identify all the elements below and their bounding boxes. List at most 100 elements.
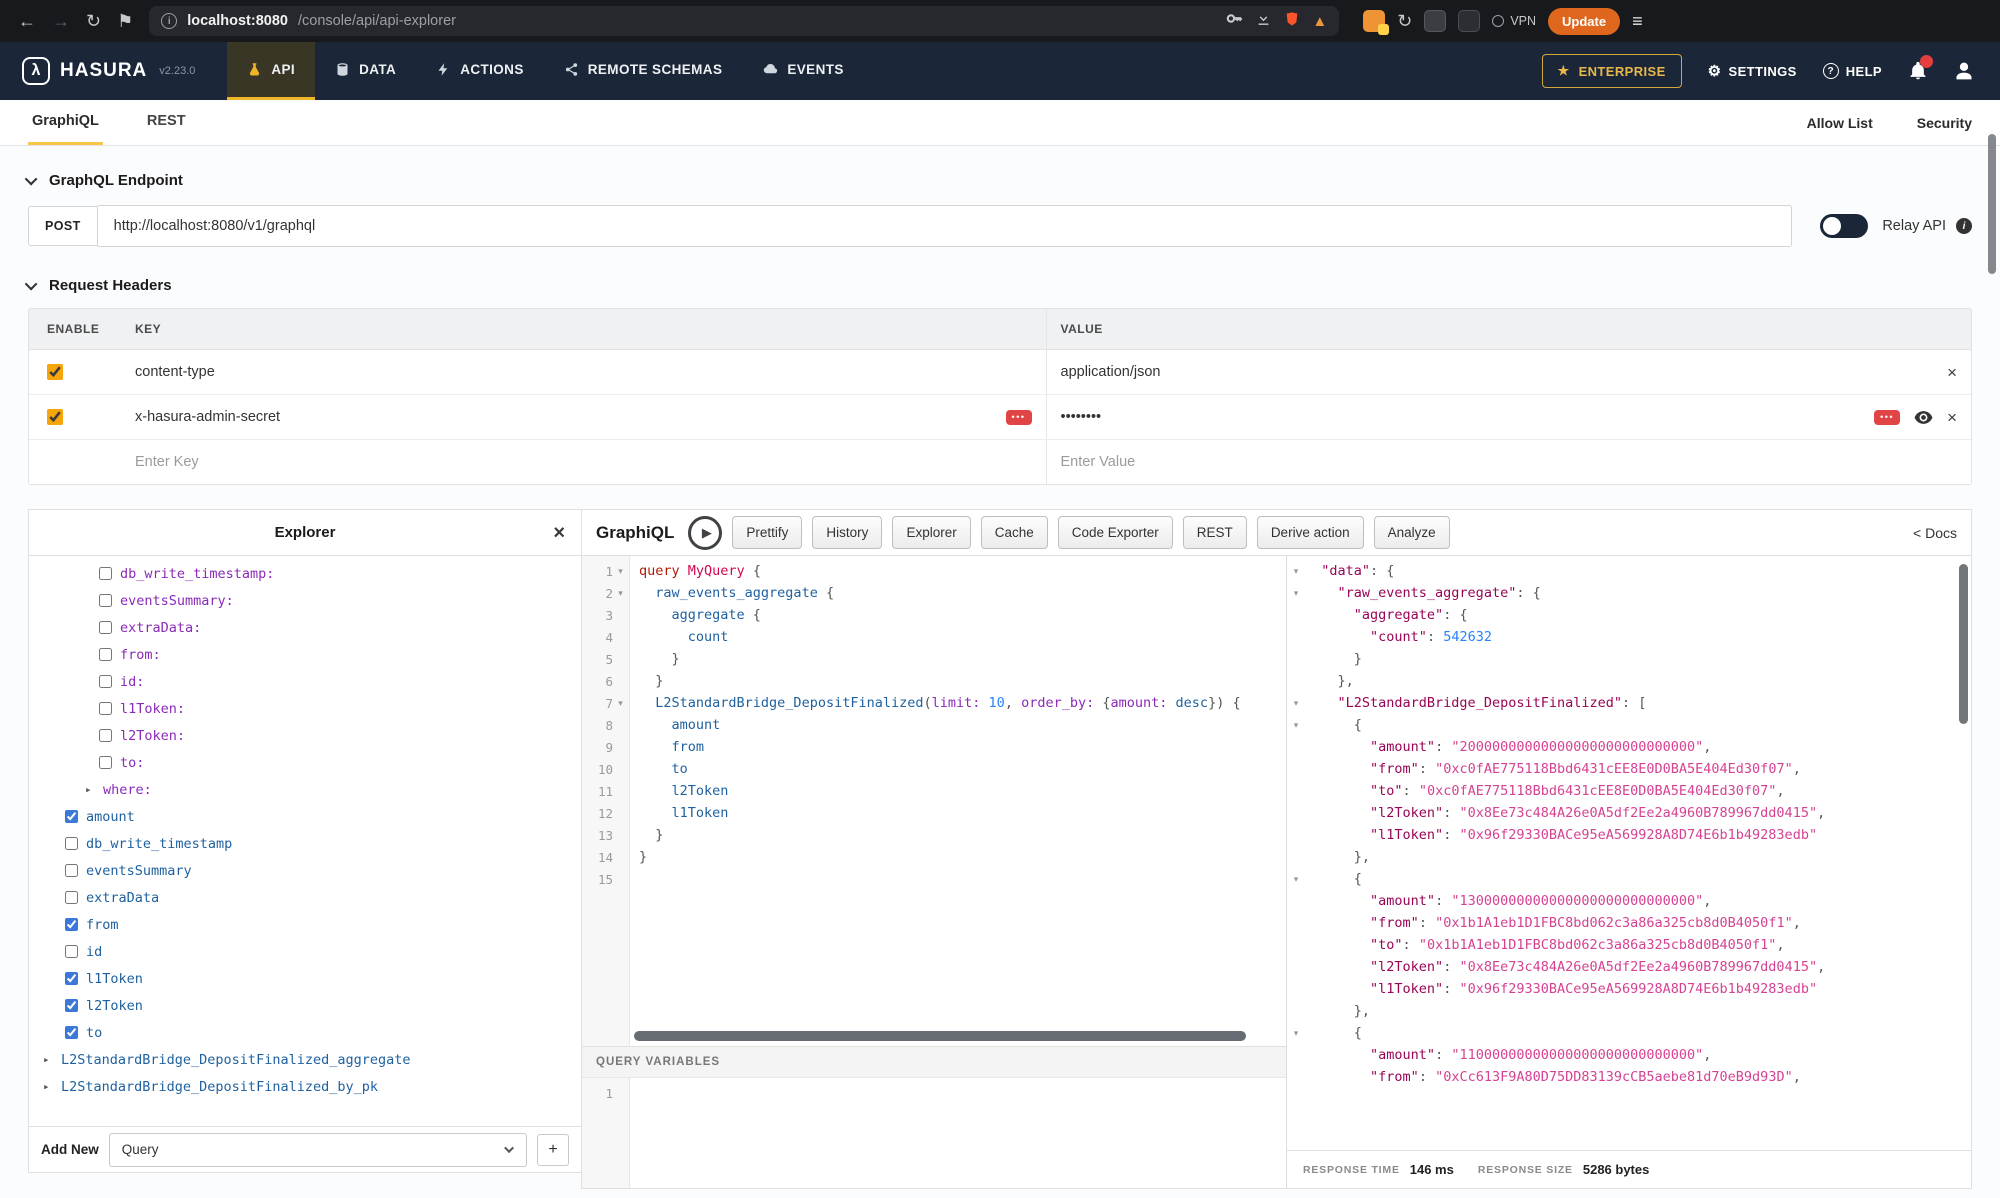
nav-item-events[interactable]: EVENTS [742,42,863,100]
explorer-where-row[interactable]: ▸where: [29,776,581,803]
enable-checkbox[interactable] [47,364,63,380]
explorer-arg-row[interactable]: extraData: [29,614,581,641]
explorer-arg-row[interactable]: db_write_timestamp: [29,560,581,587]
explorer-field-row[interactable]: to [29,1019,581,1046]
request-headers-section-header[interactable]: Request Headers [28,277,1972,294]
arg-checkbox[interactable] [99,594,112,607]
fold-icon[interactable]: ▾ [615,566,626,577]
nav-item-data[interactable]: DATA [315,42,416,100]
fold-icon[interactable]: ▾ [1294,1028,1299,1039]
field-checkbox[interactable] [65,891,78,904]
extension-icon[interactable] [1458,10,1480,32]
download-icon[interactable] [1255,10,1272,32]
operation-type-select[interactable]: Query [109,1133,527,1167]
arg-checkbox[interactable] [99,675,112,688]
arg-checkbox[interactable] [99,648,112,661]
field-checkbox[interactable] [65,837,78,850]
warning-icon[interactable]: ▲ [1312,13,1327,30]
brave-shield-icon[interactable] [1284,10,1300,33]
explorer-button[interactable]: Explorer [892,516,970,549]
scrollbar-thumb[interactable] [634,1031,1246,1041]
field-checkbox[interactable] [65,864,78,877]
fold-icon[interactable]: ▾ [1294,698,1299,709]
key-icon[interactable] [1226,10,1243,32]
fold-icon[interactable]: ▾ [615,588,626,599]
field-checkbox[interactable] [65,918,78,931]
site-info-icon[interactable]: i [161,13,177,29]
field-checkbox[interactable] [65,945,78,958]
settings-button[interactable]: ⚙ SETTINGS [1708,62,1797,80]
field-checkbox[interactable] [65,999,78,1012]
fold-icon[interactable]: ▾ [1294,566,1299,577]
nav-item-api[interactable]: API [227,42,315,100]
update-button[interactable]: Update [1548,8,1620,35]
add-operation-button[interactable]: + [537,1134,569,1166]
explorer-field-row[interactable]: l1Token [29,965,581,992]
reload-icon[interactable]: ↻ [86,12,101,30]
explorer-arg-row[interactable]: l2Token: [29,722,581,749]
vpn-button[interactable]: VPN [1492,14,1536,28]
explorer-field-row[interactable]: db_write_timestamp [29,830,581,857]
explorer-field-row[interactable]: id [29,938,581,965]
explorer-arg-row[interactable]: to: [29,749,581,776]
enable-checkbox[interactable] [47,409,63,425]
user-button[interactable] [1954,61,1974,81]
allow-list-link[interactable]: Allow List [1807,115,1873,131]
fold-icon[interactable]: ▾ [1294,874,1299,885]
explorer-scrollbar[interactable] [1988,146,1996,274]
notifications-button[interactable] [1908,61,1928,81]
explorer-field-row[interactable]: from [29,911,581,938]
address-bar[interactable]: i localhost:8080/console/api/api-explore… [149,6,1339,36]
fold-icon[interactable]: ▾ [1294,588,1299,599]
header-key[interactable]: x-hasura-admin-secret [135,409,280,425]
info-icon[interactable]: i [1956,218,1972,234]
new-header-key-input[interactable] [135,454,1032,470]
hasura-logo[interactable]: λ HASURA v2.23.0 [0,42,217,100]
derive-action-button[interactable]: Derive action [1257,516,1364,549]
explorer-field-row[interactable]: l2Token [29,992,581,1019]
relay-api-toggle[interactable] [1820,214,1868,238]
sync-icon[interactable]: ↻ [1397,12,1412,30]
close-icon[interactable]: × [553,523,565,543]
nav-item-actions[interactable]: ACTIONS [416,42,544,100]
arg-checkbox[interactable] [99,702,112,715]
back-icon[interactable]: ← [18,12,36,30]
field-checkbox[interactable] [65,810,78,823]
prettify-button[interactable]: Prettify [732,516,802,549]
explorer-field-row[interactable]: eventsSummary [29,857,581,884]
nav-item-remote-schemas[interactable]: REMOTE SCHEMAS [544,42,743,100]
explorer-arg-row[interactable]: id: [29,668,581,695]
masked-badge-icon[interactable]: ••• [1006,410,1032,425]
menu-icon[interactable]: ≡ [1632,11,1643,32]
arg-checkbox[interactable] [99,756,112,769]
security-link[interactable]: Security [1917,115,1972,131]
tab-rest[interactable]: REST [143,100,190,145]
arg-checkbox[interactable] [99,567,112,580]
response-scrollbar[interactable] [1959,564,1968,724]
history-button[interactable]: History [812,516,882,549]
reveal-secret-button[interactable] [1914,411,1933,424]
horizontal-scrollbar[interactable] [634,1031,1272,1041]
extension-icon[interactable] [1363,10,1385,32]
query-editor[interactable]: 1▾2▾34567▾89101112131415 query MyQuery {… [582,556,1286,1046]
query-variables-header[interactable]: QUERY VARIABLES [582,1046,1286,1078]
graphql-endpoint-section-header[interactable]: GraphQL Endpoint [28,172,1972,189]
analyze-button[interactable]: Analyze [1374,516,1450,549]
docs-link[interactable]: < Docs [1913,525,1957,541]
remove-header-button[interactable]: × [1947,409,1957,426]
query-code[interactable]: query MyQuery { raw_events_aggregate { a… [630,556,1286,1046]
masked-badge-icon[interactable]: ••• [1874,410,1900,425]
code-exporter-button[interactable]: Code Exporter [1058,516,1173,549]
forward-icon[interactable]: → [52,12,70,30]
bookmark-icon[interactable]: ⚑ [117,12,133,30]
explorer-arg-row[interactable]: eventsSummary: [29,587,581,614]
help-button[interactable]: ? HELP [1823,63,1882,79]
explorer-field-row[interactable]: extraData [29,884,581,911]
enterprise-button[interactable]: ★ ENTERPRISE [1542,54,1682,88]
field-checkbox[interactable] [65,1026,78,1039]
explorer-root-row[interactable]: ▸L2StandardBridge_DepositFinalized_by_pk [29,1073,581,1100]
extension-icon[interactable] [1424,10,1446,32]
explorer-arg-row[interactable]: l1Token: [29,695,581,722]
remove-header-button[interactable]: × [1947,364,1957,381]
tab-graphiql[interactable]: GraphiQL [28,100,103,145]
